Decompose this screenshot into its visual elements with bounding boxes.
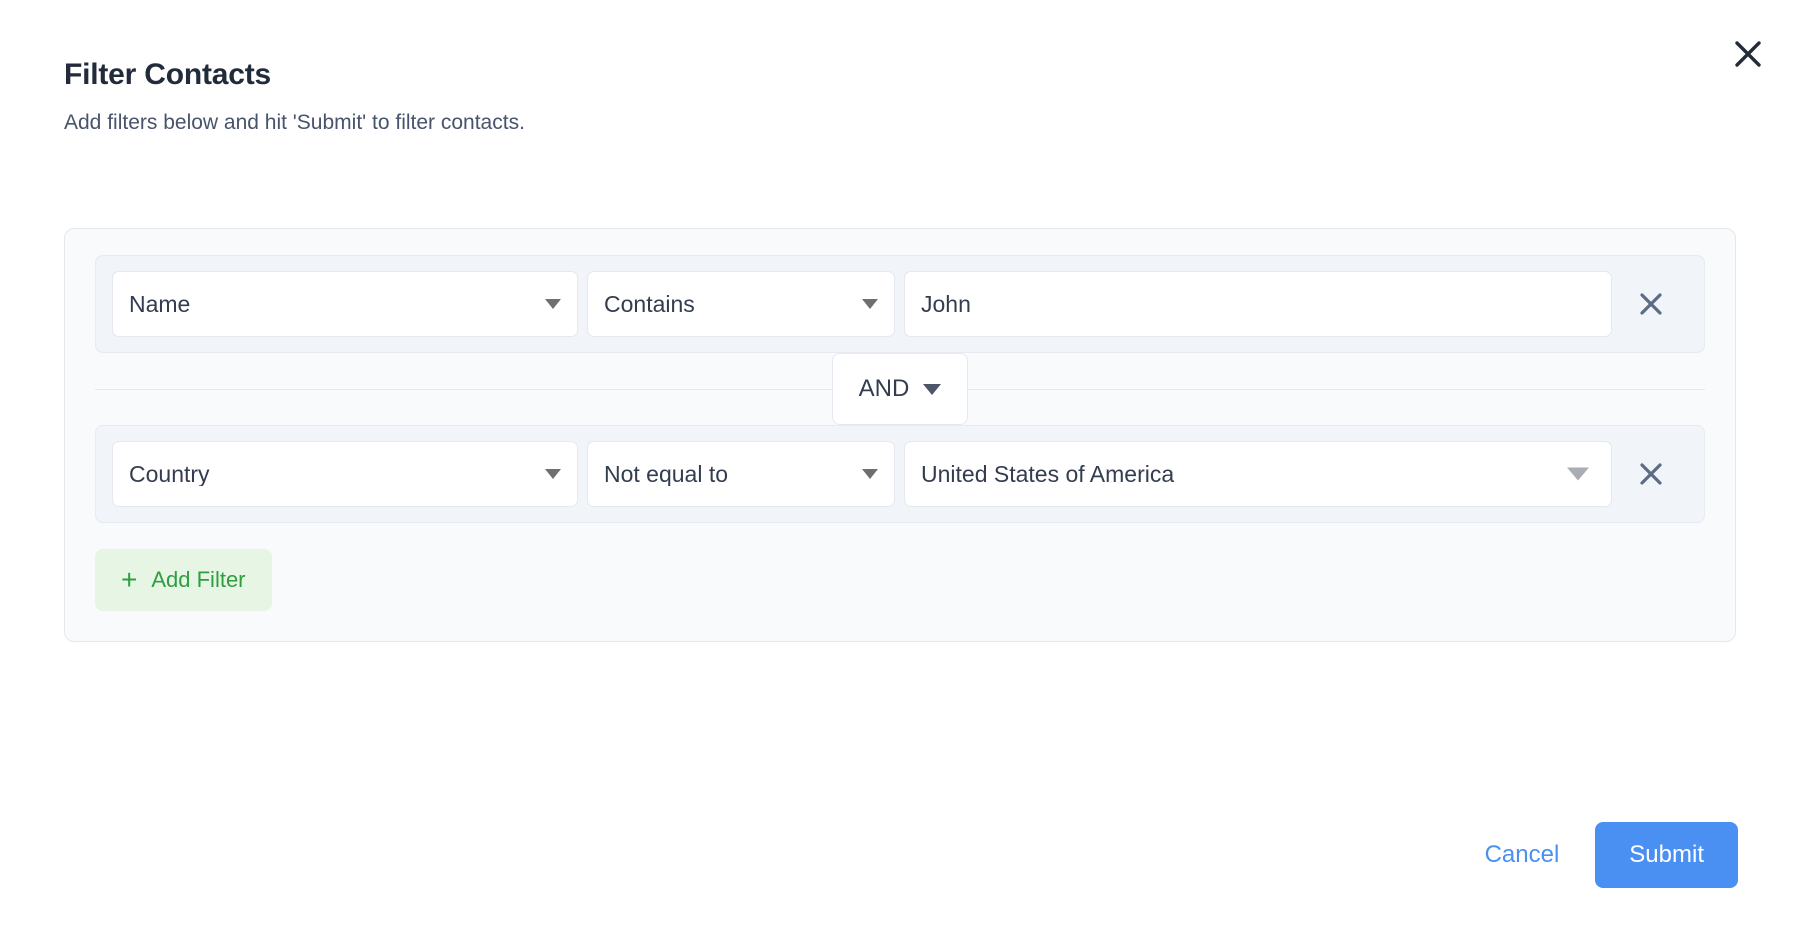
delete-filter-button-0[interactable]: [1612, 271, 1690, 337]
connector-select[interactable]: AND: [832, 353, 968, 425]
chevron-down-icon: [1567, 467, 1589, 481]
page-title: Filter Contacts: [64, 58, 272, 91]
dialog-subtitle: Add filters below and hit 'Submit' to fi…: [64, 110, 525, 134]
add-filter-label: Add Filter: [151, 567, 246, 592]
filter-operator-label-1: Not equal to: [604, 462, 729, 486]
filter-field-label-0: Name: [129, 292, 191, 316]
filter-field-label-1: Country: [129, 462, 210, 486]
filter-value-label-0: John: [921, 292, 971, 316]
filter-field-select-1[interactable]: Country: [112, 441, 578, 507]
dialog-footer: Cancel Submit: [1477, 822, 1738, 888]
plus-icon: +: [121, 564, 138, 595]
filter-value-select-1[interactable]: United States of America: [904, 441, 1612, 507]
close-icon: [1640, 463, 1662, 485]
chevron-down-icon: [545, 299, 561, 309]
filter-value-input-0[interactable]: John: [904, 271, 1612, 337]
filter-contacts-dialog: Filter Contacts Add filters below and hi…: [0, 0, 1802, 950]
dialog-header: Filter Contacts Add filters below and hi…: [0, 0, 1802, 136]
delete-filter-button-1[interactable]: [1612, 441, 1690, 507]
filter-field-select-0[interactable]: Name: [112, 271, 578, 337]
table-row: Name Contains John: [95, 255, 1705, 353]
chevron-down-icon: [862, 469, 878, 479]
add-filter-button[interactable]: + Add Filter: [95, 549, 272, 611]
filter-operator-select-0[interactable]: Contains: [587, 271, 895, 337]
filter-value-label-1: United States of America: [921, 462, 1175, 486]
chevron-down-icon: [545, 469, 561, 479]
filter-panel: Name Contains John AND Country Not equal…: [64, 228, 1736, 642]
chevron-down-icon: [862, 299, 878, 309]
close-icon: [1640, 293, 1662, 315]
cancel-button[interactable]: Cancel: [1477, 833, 1568, 877]
close-icon[interactable]: [1722, 28, 1774, 80]
filter-operator-label-0: Contains: [604, 292, 695, 316]
connector-label: AND: [858, 375, 910, 402]
close-icon-glyph: [1735, 41, 1761, 67]
chevron-down-icon: [923, 383, 942, 395]
table-row: Country Not equal to United States of Am…: [95, 425, 1705, 523]
submit-button[interactable]: Submit: [1595, 822, 1738, 888]
filter-connector: AND: [95, 353, 1705, 425]
filter-operator-select-1[interactable]: Not equal to: [587, 441, 895, 507]
